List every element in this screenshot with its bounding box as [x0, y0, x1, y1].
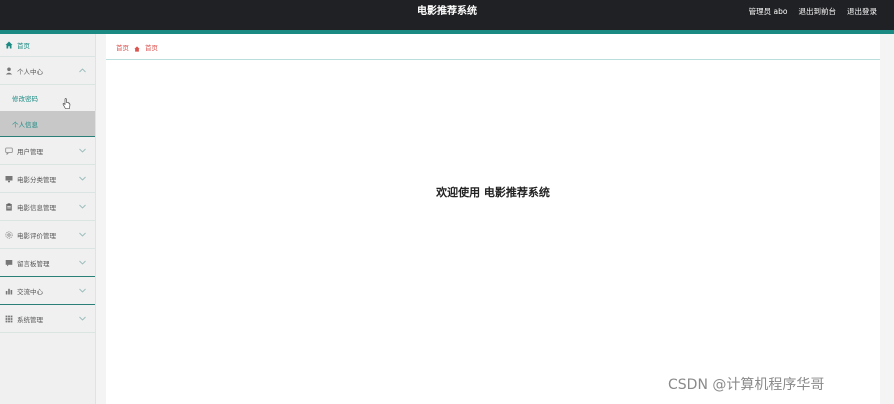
sidebar-item-label: 电影评价管理: [17, 231, 56, 240]
sidebar-item-user-management[interactable]: 用户管理: [0, 137, 95, 165]
welcome-message: 欢迎使用 电影推荐系统: [436, 186, 550, 199]
submenu-item-personal-info[interactable]: 个人信息: [0, 111, 95, 137]
chevron-down-icon: [78, 203, 86, 211]
clipboard-icon: [5, 202, 13, 211]
sidebar-item-label: 用户管理: [17, 147, 43, 156]
csdn-watermark: CSDN @计算机程序华哥: [668, 377, 825, 393]
sidebar-item-message-board[interactable]: 留言板管理: [0, 249, 95, 277]
sidebar: 首页 个人中心 修改密码 个人信息 用户管理 电影分类管理 电影信息管理 电影评…: [0, 34, 96, 404]
chevron-up-icon: [78, 67, 86, 75]
chevron-down-icon: [78, 287, 86, 295]
chevron-down-icon: [78, 259, 86, 267]
gear-icon: [5, 230, 13, 239]
exit-to-front-link[interactable]: 退出到前台: [799, 6, 837, 17]
admin-user-label: 管理员 abo: [748, 7, 788, 16]
home-icon: [5, 41, 13, 49]
sidebar-item-label: 首页: [17, 42, 30, 50]
sidebar-item-movie-review[interactable]: 电影评价管理: [0, 221, 95, 249]
header-actions: 管理员 abo 退出到前台 退出登录: [749, 0, 877, 23]
breadcrumb: 首页 首页: [106, 34, 880, 60]
monitor-icon: [5, 175, 13, 183]
grid-icon: [5, 315, 13, 323]
message-icon: [5, 259, 13, 267]
scroll-gutter: [880, 34, 894, 404]
chevron-down-icon: [78, 315, 86, 323]
sidebar-item-home[interactable]: 首页: [0, 34, 95, 57]
sidebar-item-label: 留言板管理: [17, 259, 50, 268]
chevron-down-icon: [78, 175, 86, 183]
sidebar-item-movie-info[interactable]: 电影信息管理: [0, 193, 95, 221]
main-content: 首页 首页 欢迎使用 电影推荐系统: [106, 34, 880, 404]
logout-link[interactable]: 退出登录: [847, 6, 877, 17]
home-icon: [134, 37, 140, 56]
chevron-down-icon: [78, 231, 86, 239]
sidebar-item-personal-center[interactable]: 个人中心: [0, 57, 95, 85]
sidebar-item-label: 个人中心: [17, 67, 43, 76]
sidebar-item-movie-category[interactable]: 电影分类管理: [0, 165, 95, 193]
sidebar-item-label: 电影分类管理: [17, 175, 56, 184]
sidebar-item-label: 电影信息管理: [17, 203, 56, 212]
chevron-down-icon: [78, 147, 86, 155]
sidebar-item-label: 系统管理: [17, 315, 43, 324]
sidebar-item-system-management[interactable]: 系统管理: [0, 305, 95, 333]
sidebar-item-exchange-center[interactable]: 交流中心: [0, 277, 95, 305]
chat-icon: [5, 147, 13, 155]
sidebar-item-label: 交流中心: [17, 287, 43, 296]
breadcrumb-home-link[interactable]: 首页: [116, 42, 129, 52]
breadcrumb-current: 首页: [145, 43, 158, 52]
submenu-item-change-password[interactable]: 修改密码: [0, 85, 95, 111]
hand-cursor-icon: [62, 98, 71, 109]
chart-icon: [5, 287, 13, 295]
user-icon: [5, 67, 13, 75]
